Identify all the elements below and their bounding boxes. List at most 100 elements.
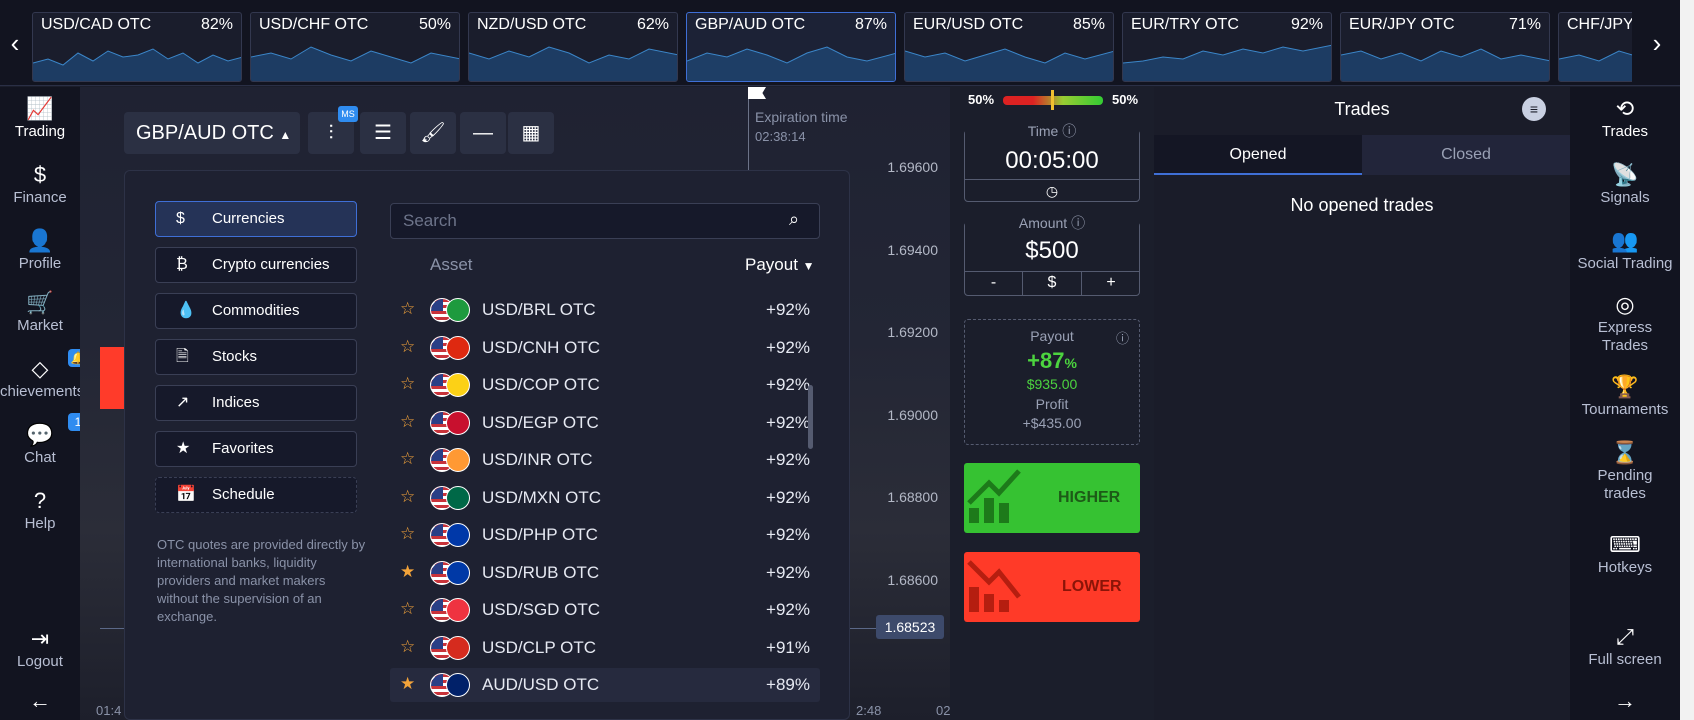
asset-row[interactable]: ★ USD/RUB OTC +92% [390,556,820,590]
ticker-payout: 62% [636,16,669,33]
grid-icon: ▦ [521,122,541,144]
indicators-button[interactable]: ☰ [360,112,406,154]
star-outline-icon[interactable]: ☆ [400,487,415,507]
ticker-name: USD/CAD OTC [41,16,152,33]
time-box[interactable]: Time ⓘ 00:05:00 ◷ [964,121,1140,202]
asset-row[interactable]: ☆ USD/EGP OTC +92% [390,406,820,440]
currency-flags-icon [430,335,470,360]
nav-label: Help [24,515,56,532]
category-currencies[interactable]: $ Currencies [155,201,357,237]
nav-pending-trades[interactable]: ⌛ Pending trades [1570,439,1680,503]
asset-selector-button[interactable]: GBP/AUD OTC ▲ [124,112,300,154]
tab-closed[interactable]: Closed [1362,135,1570,175]
nav-logout[interactable]: ⇥ Logout [0,625,80,670]
star-outline-icon[interactable]: ☆ [400,637,415,657]
brush-icon: 🖌 [420,122,446,144]
category-favorites[interactable]: ★ Favorites [155,431,357,467]
nav-market[interactable]: 🛒 Market [0,289,80,334]
ticker-gbp-aud[interactable]: GBP/AUD OTC 87% [686,12,896,82]
ticker-chf-jpy[interactable]: CHF/JPY OTC [1558,12,1632,82]
cart-icon: 🛒 [26,290,54,315]
flag-quote-icon [446,523,470,547]
ticker-name: EUR/JPY OTC [1349,16,1455,33]
profit-label: Profit [1035,396,1069,412]
asset-row[interactable]: ☆ USD/CNH OTC +92% [390,331,820,365]
search-icon[interactable]: ⌕ [789,209,799,230]
nav-signals[interactable]: 📡 Signals [1570,161,1680,207]
ticker-eur-try[interactable]: EUR/TRY OTC 92% [1122,12,1332,82]
ticker-eur-jpy[interactable]: EUR/JPY OTC 71% [1340,12,1550,82]
category-schedule[interactable]: 📅 Schedule [155,477,357,513]
nav-help[interactable]: ? Help [0,487,80,532]
asset-payout: +92% [766,487,810,507]
category-indices[interactable]: ↗ Indices [155,385,357,421]
category-stocks[interactable]: 🗎 Stocks [155,339,357,375]
column-header-payout[interactable]: Payout ▼ [745,255,815,275]
asset-row[interactable]: ☆ USD/MXN OTC +92% [390,481,820,515]
asset-row[interactable]: ☆ USD/PHP OTC +92% [390,518,820,552]
lower-button[interactable]: LOWER [964,552,1140,622]
star-outline-icon[interactable]: ☆ [400,337,415,357]
star-outline-icon[interactable]: ☆ [400,299,415,319]
scroll-left-icon[interactable]: ‹ [0,0,30,86]
expand-arrow-icon[interactable]: → [1570,687,1680,715]
increase-amount-button[interactable]: + [1082,271,1140,295]
star-outline-icon[interactable]: ☆ [400,599,415,619]
drawing-button[interactable]: 🖌 [410,112,456,154]
dollar-icon: $ [176,210,185,227]
clock-icon[interactable]: ◷ [965,179,1139,201]
time-label-text: Time [1027,123,1059,139]
list-icon[interactable]: ≡ [1522,97,1546,121]
asset-row[interactable]: ☆ USD/BRL OTC +92% [390,293,820,327]
nav-trades[interactable]: ⟲ Trades [1570,95,1680,141]
star-filled-icon[interactable]: ★ [400,674,415,694]
collapse-arrow-icon[interactable]: ← [0,687,80,715]
nav-finance[interactable]: $ Finance [0,161,80,206]
star-filled-icon[interactable]: ★ [400,562,415,582]
asset-dropdown-panel: $ Currencies ₿ Crypto currencies 💧 Commo… [124,170,850,720]
star-outline-icon[interactable]: ☆ [400,449,415,469]
amount-box[interactable]: Amount ⓘ $500 - $ + [964,213,1140,296]
price-tick: 1.69400 [887,242,938,258]
ticker-payout: 92% [1290,16,1323,33]
scrollbar[interactable] [808,385,813,449]
ticker-payout: 82% [200,16,233,33]
asset-row[interactable]: ☆ USD/CLP OTC +91% [390,631,820,665]
category-crypto[interactable]: ₿ Crypto currencies [155,247,357,283]
asset-row[interactable]: ☆ USD/INR OTC +92% [390,443,820,477]
ticker-usd-chf[interactable]: USD/CHF OTC 50% [250,12,460,82]
ticker-payout: 87% [854,16,887,33]
ticker-eur-usd[interactable]: EUR/USD OTC 85% [904,12,1114,82]
sentiment-right: 50% [1112,92,1139,107]
ticker-nzd-usd[interactable]: NZD/USD OTC 62% [468,12,678,82]
nav-hotkeys[interactable]: ⌨ Hotkeys [1570,531,1680,577]
nav-chat[interactable]: 💬 Chat 1 [0,413,88,466]
star-outline-icon[interactable]: ☆ [400,412,415,432]
nav-label: chievements [0,383,85,400]
history-icon: ⟲ [1615,96,1635,121]
nav-achievements[interactable]: ◇ chievements 🔔 [0,349,88,400]
asset-search-input[interactable] [390,203,820,239]
tab-opened[interactable]: Opened [1154,135,1362,175]
nav-tournaments[interactable]: 🏆 Tournaments [1570,373,1680,419]
star-outline-icon[interactable]: ☆ [400,374,415,394]
scroll-right-icon[interactable]: › [1642,0,1672,86]
nav-social-trading[interactable]: 👥 Social Trading [1570,227,1680,273]
asset-row[interactable]: ☆ USD/SGD OTC +92% [390,593,820,627]
decrease-amount-button[interactable]: - [965,271,1023,295]
star-outline-icon[interactable]: ☆ [400,524,415,544]
ticker-usd-cad[interactable]: USD/CAD OTC 82% [32,12,242,82]
line-tool-button[interactable]: — [460,112,506,154]
layout-button[interactable]: ▦ [508,112,554,154]
higher-button[interactable]: HIGHER [964,463,1140,533]
asset-row[interactable]: ☆ USD/COP OTC +92% [390,368,820,402]
category-commodities[interactable]: 💧 Commodities [155,293,357,329]
nav-profile[interactable]: 👤 Profile [0,227,80,272]
nav-express-trades[interactable]: ◎ Express Trades [1570,291,1680,355]
nav-trading[interactable]: 📈 Trading [0,95,80,140]
asset-row[interactable]: ★ AUD/USD OTC +89% [390,668,820,702]
nav-fullscreen[interactable]: ⤢ Full screen [1570,623,1680,669]
currency-button[interactable]: $ [1023,271,1082,295]
candle [100,347,124,409]
antenna-icon: 📡 [1611,162,1639,187]
